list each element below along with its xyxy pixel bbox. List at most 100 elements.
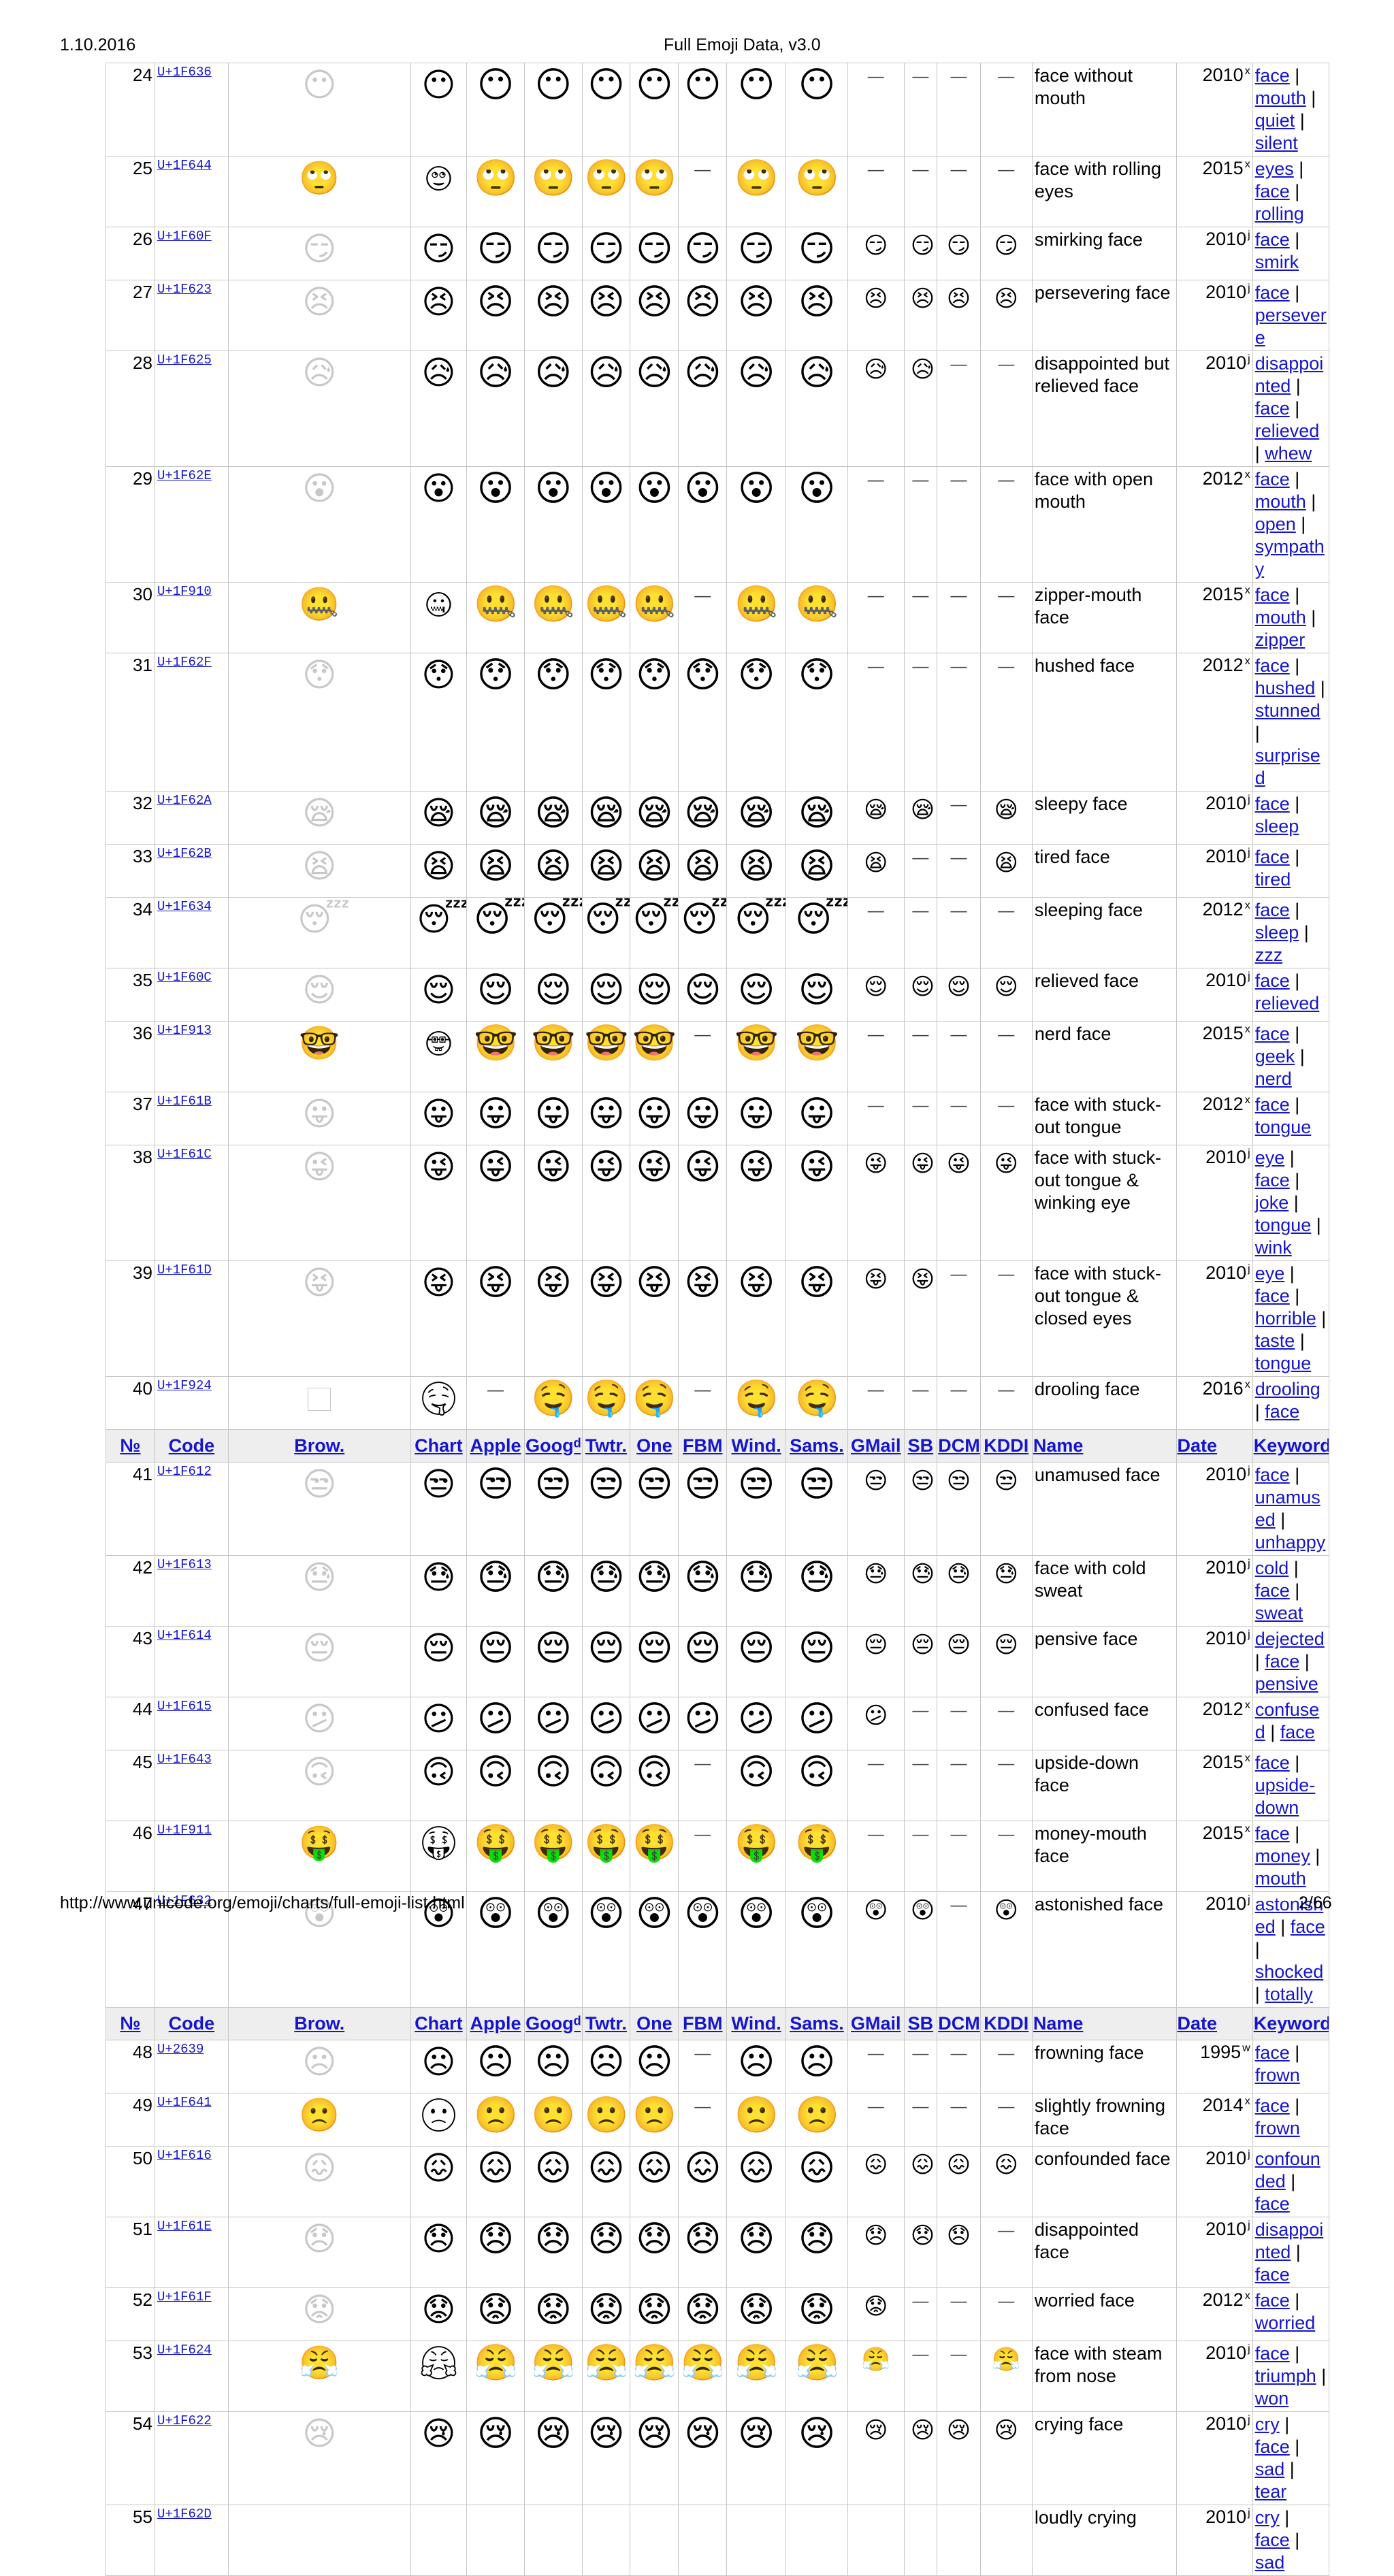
code-link[interactable]: U+1F615 bbox=[157, 1699, 212, 1714]
code-link[interactable]: U+1F623 bbox=[157, 282, 212, 297]
keyword-link[interactable]: sleep bbox=[1255, 922, 1299, 943]
keyword-link[interactable]: face bbox=[1255, 1024, 1290, 1044]
keyword-link[interactable]: tongue bbox=[1255, 1215, 1312, 1235]
keyword-link[interactable]: sweat bbox=[1255, 1603, 1303, 1623]
code-link[interactable]: U+1F62F bbox=[157, 655, 212, 670]
keyword-link[interactable]: mouth bbox=[1255, 88, 1306, 108]
keyword-link[interactable]: face bbox=[1265, 1651, 1299, 1672]
keyword-link[interactable]: zzz bbox=[1255, 945, 1283, 965]
keyword-link[interactable]: face bbox=[1255, 181, 1290, 201]
column-header-link[interactable]: Chart bbox=[415, 1435, 463, 1456]
keyword-link[interactable]: money bbox=[1255, 1846, 1310, 1866]
keyword-link[interactable]: face bbox=[1255, 1286, 1290, 1306]
keyword-link[interactable]: unamused bbox=[1255, 1487, 1320, 1530]
keyword-link[interactable]: face bbox=[1255, 585, 1290, 605]
keyword-link[interactable]: tired bbox=[1255, 869, 1291, 890]
column-header-link[interactable]: Code bbox=[169, 1435, 215, 1456]
keyword-link[interactable]: cry bbox=[1255, 2507, 1280, 2528]
keyword-link[interactable]: sleep bbox=[1255, 816, 1299, 836]
code-link[interactable]: U+1F625 bbox=[157, 353, 212, 368]
column-header-link[interactable]: Googᵈ bbox=[525, 1435, 581, 1456]
keyword-link[interactable]: eyes bbox=[1255, 159, 1294, 179]
keyword-link[interactable]: face bbox=[1255, 2436, 1290, 2457]
keyword-link[interactable]: face bbox=[1255, 2264, 1290, 2285]
keyword-link[interactable]: triumph bbox=[1255, 2366, 1316, 2386]
column-header-link[interactable]: Keywords bbox=[1254, 2013, 1329, 2034]
keyword-link[interactable]: shocked bbox=[1255, 1961, 1324, 1982]
keyword-link[interactable]: won bbox=[1255, 2388, 1289, 2409]
keyword-link[interactable]: cry bbox=[1255, 2414, 1280, 2434]
keyword-link[interactable]: tongue bbox=[1255, 1117, 1312, 1137]
column-header-link[interactable]: Name bbox=[1033, 1435, 1084, 1456]
code-link[interactable]: U+1F643 bbox=[157, 1752, 212, 1767]
keyword-link[interactable]: joke bbox=[1255, 1192, 1289, 1213]
column-header-link[interactable]: Twtr. bbox=[585, 1435, 627, 1456]
code-link[interactable]: U+1F913 bbox=[157, 1023, 212, 1038]
keyword-link[interactable]: face bbox=[1255, 2042, 1290, 2063]
code-link[interactable]: U+1F614 bbox=[157, 1628, 212, 1643]
keyword-link[interactable]: face bbox=[1255, 1752, 1290, 1773]
code-link[interactable]: U+1F636 bbox=[157, 65, 212, 80]
code-link[interactable]: U+1F624 bbox=[157, 2343, 212, 2358]
keyword-link[interactable]: mouth bbox=[1255, 1868, 1306, 1889]
keyword-link[interactable]: relieved bbox=[1255, 421, 1320, 441]
column-header-link[interactable]: № bbox=[120, 1435, 140, 1456]
column-header-link[interactable]: One bbox=[636, 1435, 672, 1456]
code-link[interactable]: U+1F634 bbox=[157, 899, 212, 914]
keyword-link[interactable]: face bbox=[1265, 1401, 1299, 1422]
column-header-link[interactable]: Brow. bbox=[294, 1435, 344, 1456]
keyword-link[interactable]: face bbox=[1255, 794, 1290, 814]
column-header-link[interactable]: Twtr. bbox=[585, 2013, 627, 2034]
keyword-link[interactable]: worried bbox=[1255, 2313, 1316, 2333]
keyword-link[interactable]: face bbox=[1255, 1580, 1290, 1601]
keyword-link[interactable]: face bbox=[1255, 2530, 1290, 2550]
column-header-link[interactable]: Keywords bbox=[1254, 1435, 1329, 1456]
code-link[interactable]: U+1F641 bbox=[157, 2095, 212, 2110]
keyword-link[interactable]: upside-down bbox=[1255, 1775, 1316, 1818]
column-header-link[interactable]: KDDI bbox=[984, 2013, 1028, 2034]
keyword-link[interactable]: geek bbox=[1255, 1046, 1295, 1066]
column-header-link[interactable]: GMail bbox=[851, 1435, 901, 1456]
code-link[interactable]: U+1F60F bbox=[157, 229, 212, 244]
keyword-link[interactable]: face bbox=[1255, 469, 1290, 489]
column-header-link[interactable]: Apple bbox=[470, 2013, 521, 2034]
keyword-link[interactable]: eye bbox=[1255, 1263, 1285, 1284]
column-header-link[interactable]: SB bbox=[908, 1435, 934, 1456]
keyword-link[interactable]: face bbox=[1255, 229, 1290, 250]
code-link[interactable]: U+1F61B bbox=[157, 1094, 212, 1109]
code-link[interactable]: U+1F644 bbox=[157, 158, 212, 173]
keyword-link[interactable]: disappointed bbox=[1255, 2219, 1324, 2262]
keyword-link[interactable]: wink bbox=[1255, 1237, 1292, 1258]
code-link[interactable]: U+2639 bbox=[157, 2042, 204, 2057]
keyword-link[interactable]: face bbox=[1255, 398, 1290, 419]
keyword-link[interactable]: horrible bbox=[1255, 1308, 1316, 1328]
keyword-link[interactable]: face bbox=[1255, 2290, 1290, 2311]
keyword-link[interactable]: face bbox=[1255, 1170, 1290, 1190]
code-link[interactable]: U+1F616 bbox=[157, 2148, 212, 2163]
column-header-link[interactable]: Apple bbox=[470, 1435, 521, 1456]
code-link[interactable]: U+1F61C bbox=[157, 1147, 212, 1162]
column-header-link[interactable]: № bbox=[120, 2013, 140, 2034]
keyword-link[interactable]: taste bbox=[1255, 1331, 1295, 1351]
keyword-link[interactable]: sympathy bbox=[1255, 536, 1325, 579]
keyword-link[interactable]: tongue bbox=[1255, 1353, 1312, 1373]
keyword-link[interactable]: disappointed bbox=[1255, 353, 1324, 396]
code-link[interactable]: U+1F62E bbox=[157, 468, 212, 483]
keyword-link[interactable]: sad bbox=[1255, 2459, 1285, 2479]
keyword-link[interactable]: totally bbox=[1265, 1984, 1313, 2004]
keyword-link[interactable]: nerd bbox=[1255, 1069, 1292, 1089]
keyword-link[interactable]: face bbox=[1255, 1465, 1290, 1485]
keyword-link[interactable]: surprised bbox=[1255, 745, 1320, 788]
keyword-link[interactable]: face bbox=[1255, 971, 1290, 991]
keyword-link[interactable]: pensive bbox=[1255, 1674, 1318, 1694]
column-header-link[interactable]: One bbox=[636, 2013, 672, 2034]
column-header-link[interactable]: SB bbox=[908, 2013, 934, 2034]
keyword-link[interactable]: mouth bbox=[1255, 607, 1306, 627]
keyword-link[interactable]: dejected bbox=[1255, 1629, 1325, 1649]
code-link[interactable]: U+1F62B bbox=[157, 846, 212, 861]
column-header-link[interactable]: GMail bbox=[851, 2013, 901, 2034]
column-header-link[interactable]: Name bbox=[1033, 2013, 1084, 2034]
code-link[interactable]: U+1F622 bbox=[157, 2413, 212, 2428]
column-header-link[interactable]: Googᵈ bbox=[525, 2013, 581, 2034]
keyword-link[interactable]: face bbox=[1255, 2096, 1290, 2116]
